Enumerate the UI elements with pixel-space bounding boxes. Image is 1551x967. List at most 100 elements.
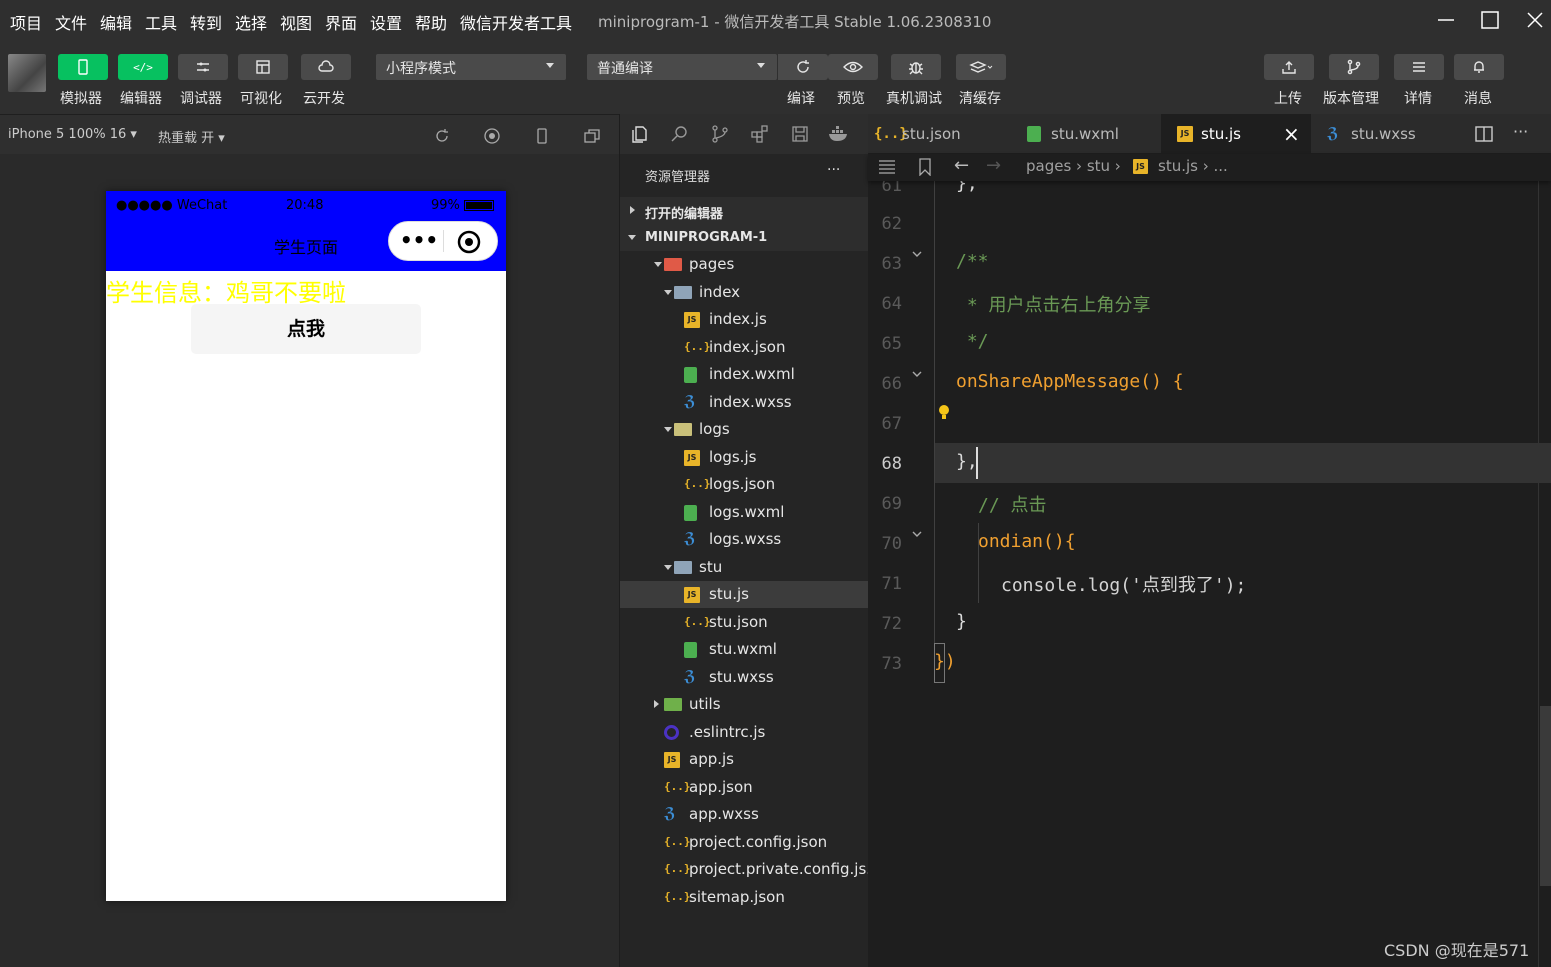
preview-label: 预览 xyxy=(837,91,865,107)
menu-settings[interactable]: 设置 xyxy=(370,10,402,34)
breadcrumb: ← → pages › stu › JS stu.js › ... xyxy=(868,154,1551,181)
bookmark-icon[interactable] xyxy=(918,158,932,176)
menu-interface[interactable]: 界面 xyxy=(325,10,357,34)
compile-mode-select[interactable]: 普通编译 xyxy=(587,54,777,80)
clear-cache-button[interactable] xyxy=(956,54,1006,80)
tree-item[interactable]: logs xyxy=(620,416,869,443)
click-me-button[interactable]: 点我 xyxy=(191,304,421,354)
device-select[interactable]: iPhone 5 100% 16 ▾ xyxy=(8,127,137,142)
tree-item[interactable]: pages xyxy=(620,251,869,278)
menu-edit[interactable]: 编辑 xyxy=(100,10,132,34)
window-icon[interactable] xyxy=(583,127,601,145)
stop-icon[interactable] xyxy=(483,127,501,145)
remote-debug-button[interactable] xyxy=(891,54,941,80)
save-icon[interactable] xyxy=(790,124,810,144)
file-explorer: 资源管理器 ··· 打开的编辑器 MINIPROGRAM-1 pages inde… xyxy=(619,114,881,967)
tab-stu-wxss[interactable]: ℨ stu.wxss xyxy=(1311,114,1461,154)
upload-button[interactable] xyxy=(1264,54,1314,80)
more-actions-icon[interactable]: ··· xyxy=(1513,122,1528,141)
docker-icon[interactable] xyxy=(828,124,850,144)
tree-item[interactable]: JS stu.js xyxy=(620,581,869,608)
details-button[interactable] xyxy=(1394,54,1444,80)
explorer-title: 资源管理器 xyxy=(645,170,711,185)
tree-item[interactable]: ℨlogs.wxss xyxy=(620,526,869,553)
tree-item[interactable]: {..} app.json xyxy=(620,774,869,801)
menu-project[interactable]: 项目 xyxy=(10,10,42,34)
tab-stu-js[interactable]: JS stu.js × xyxy=(1161,114,1311,154)
tree-item[interactable]: {..} logs.json xyxy=(620,471,869,498)
tree-item[interactable]: JS index.js xyxy=(620,306,869,333)
tree-item[interactable]: index xyxy=(620,279,869,306)
menu-goto[interactable]: 转到 xyxy=(190,10,222,34)
tree-item[interactable]: JS logs.js xyxy=(620,444,869,471)
preview-button[interactable] xyxy=(828,54,878,80)
visual-toggle-button[interactable] xyxy=(238,54,288,80)
tab-stu-wxml[interactable]: stu.wxml xyxy=(1011,114,1161,154)
maximize-icon[interactable] xyxy=(1478,8,1502,32)
tree-item[interactable]: utils xyxy=(620,691,869,718)
split-editor-icon[interactable] xyxy=(1475,126,1493,142)
version-control-button[interactable] xyxy=(1329,54,1379,80)
menu-help[interactable]: 帮助 xyxy=(415,10,447,34)
bug-icon xyxy=(909,62,923,75)
hot-reload-toggle[interactable]: 热重载 开 ▾ xyxy=(158,127,225,146)
avatar[interactable] xyxy=(8,54,46,92)
back-arrow-icon[interactable]: ← xyxy=(954,155,969,176)
menu-tools[interactable]: 工具 xyxy=(145,10,177,34)
tree-item[interactable]: ℨapp.wxss xyxy=(620,801,869,828)
tree-item[interactable]: JS app.js xyxy=(620,746,869,773)
close-icon[interactable] xyxy=(1523,8,1547,32)
refresh-icon[interactable] xyxy=(433,127,451,145)
more-icon[interactable]: ··· xyxy=(827,162,840,178)
fold-chevron-icon[interactable] xyxy=(910,527,924,541)
menu-file[interactable]: 文件 xyxy=(55,10,87,34)
code-editor[interactable]: 61 }, 62 63 /** 64 * 用户点击右上角分享 65 */ 66 … xyxy=(868,181,1551,967)
code-line: /** xyxy=(956,251,989,272)
tree-item[interactable]: stu.wxml xyxy=(620,636,869,663)
scrollbar[interactable] xyxy=(1540,706,1551,886)
list-icon[interactable] xyxy=(878,159,896,175)
files-icon[interactable] xyxy=(630,124,650,144)
tree-item[interactable]: stu xyxy=(620,554,869,581)
cloud-dev-button[interactable] xyxy=(301,54,351,80)
tab-label: stu.json xyxy=(902,125,961,143)
breadcrumb-path[interactable]: pages › stu › xyxy=(1026,157,1121,175)
tree-item[interactable]: {..} index.json xyxy=(620,334,869,361)
project-section[interactable]: MINIPROGRAM-1 xyxy=(620,224,869,251)
tree-item[interactable]: .eslintrc.js xyxy=(620,719,869,746)
search-icon[interactable] xyxy=(670,124,690,144)
menu-wechat-devtools[interactable]: 微信开发者工具 xyxy=(460,10,572,34)
tree-item[interactable]: logs.wxml xyxy=(620,499,869,526)
simulator-toggle-button[interactable] xyxy=(58,54,108,80)
tree-item[interactable]: index.wxml xyxy=(620,361,869,388)
debugger-toggle-button[interactable] xyxy=(178,54,228,80)
tree-item[interactable]: ℨindex.wxss xyxy=(620,389,869,416)
more-icon[interactable]: ••• xyxy=(399,226,439,254)
close-tab-icon[interactable]: × xyxy=(1283,122,1300,146)
minimize-icon[interactable] xyxy=(1434,8,1458,32)
source-control-icon[interactable] xyxy=(710,124,730,144)
menu-select[interactable]: 选择 xyxy=(235,10,267,34)
tree-item[interactable]: {..} stu.json xyxy=(620,609,869,636)
fold-chevron-icon[interactable] xyxy=(910,367,924,381)
tree-item[interactable]: {..} project.config.json xyxy=(620,829,869,856)
fold-chevron-icon[interactable] xyxy=(910,247,924,261)
tree-item[interactable]: {..} project.private.config.js... xyxy=(620,856,881,883)
tree-item-label: sitemap.json xyxy=(689,888,785,906)
messages-button[interactable] xyxy=(1454,54,1504,80)
line-number: 66 xyxy=(881,374,902,394)
compile-button[interactable] xyxy=(778,54,828,80)
tree-item[interactable]: {..} sitemap.json xyxy=(620,884,869,911)
tab-stu-json[interactable]: {..} stu.json xyxy=(868,114,1011,154)
breadcrumb-file[interactable]: stu.js › ... xyxy=(1158,157,1228,175)
tree-item[interactable]: ℨstu.wxss xyxy=(620,664,869,691)
lightbulb-icon[interactable] xyxy=(936,403,952,423)
menu-view[interactable]: 视图 xyxy=(280,10,312,34)
editor-toggle-button[interactable]: </> xyxy=(118,54,168,80)
mode-select[interactable]: 小程序模式 xyxy=(376,54,566,80)
forward-arrow-icon[interactable]: → xyxy=(986,155,1001,176)
open-editors-section[interactable]: 打开的编辑器 xyxy=(620,197,869,224)
extensions-icon[interactable] xyxy=(750,124,770,144)
phone-icon[interactable] xyxy=(533,127,551,145)
close-mini-program-icon[interactable] xyxy=(457,230,481,254)
